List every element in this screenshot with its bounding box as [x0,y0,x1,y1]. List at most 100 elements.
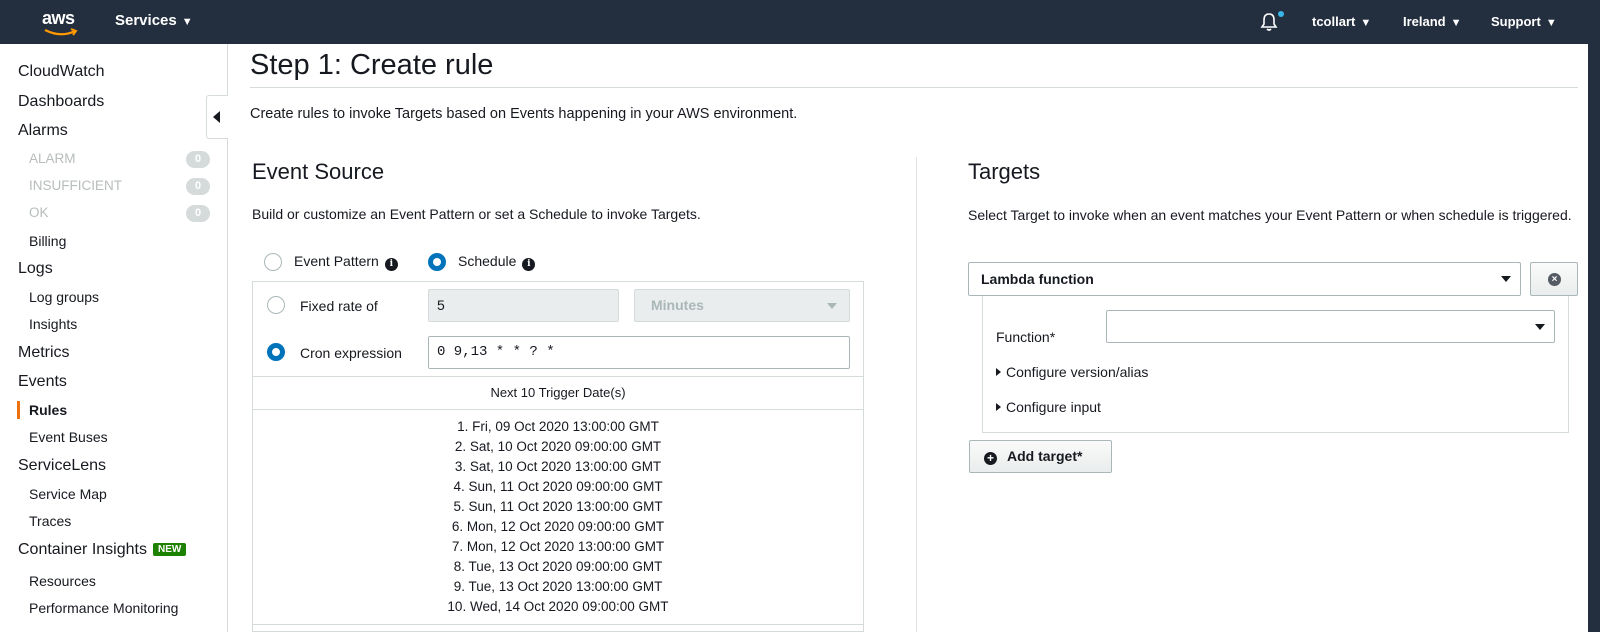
list-item: 1. Fri, 09 Oct 2020 13:00:00 GMT [457,419,659,434]
event-pattern-radio[interactable] [264,253,282,271]
rate-unit-value: Minutes [651,297,704,313]
sidebar-item-performance-monitoring[interactable]: Performance Monitoring [29,600,178,616]
collapse-left-icon [213,111,220,123]
cron-expression-radio[interactable] [267,343,285,361]
user-menu[interactable]: tcollart ▼ [1312,14,1371,29]
event-pattern-label: Event Pattern [294,253,379,269]
function-label: Function* [996,329,1056,345]
sidebar-item-servicelens[interactable]: ServiceLens [18,457,106,475]
cron-expression-label: Cron expression [300,345,402,361]
list-item: 10. Wed, 14 Oct 2020 09:00:00 GMT [447,599,669,614]
ok-count-badge: 0 [186,205,210,222]
list-item: 2. Sat, 10 Oct 2020 09:00:00 GMT [454,439,662,454]
event-pattern-option[interactable]: Event Pattern i [294,253,398,271]
support-label: Support [1491,14,1541,29]
bell-icon[interactable] [1258,11,1280,33]
configure-input-expander[interactable]: Configure input [996,399,1101,415]
support-menu[interactable]: Support ▼ [1491,14,1557,29]
services-label: Services [115,12,177,29]
chevron-down-icon: ▼ [1360,17,1372,29]
close-icon: × [1548,273,1561,286]
trigger-date-list: 1. Fri, 09 Oct 2020 13:00:00 GMT 2. Sat,… [253,417,863,617]
chevron-down-icon: ▼ [1450,17,1462,29]
active-indicator [17,401,20,419]
chevron-down-icon: ▼ [1545,17,1557,29]
info-icon[interactable]: i [522,258,536,271]
list-item: 7. Mon, 12 Oct 2020 13:00:00 GMT [451,539,665,554]
sidebar-collapse-button[interactable] [206,95,228,139]
chevron-down-icon [1535,324,1545,330]
chevron-down-icon: ▼ [181,16,193,28]
add-target-button[interactable]: + Add target* [969,440,1112,473]
schedule-radio[interactable] [428,253,446,271]
top-navigation-bar: aws Services ▼ tcollart ▼ Ireland ▼ Support… [0,0,1600,44]
add-target-label: Add target* [1007,448,1083,464]
sidebar-item-events[interactable]: Events [18,373,67,391]
window-edge [1588,44,1600,632]
chevron-down-icon [827,303,837,309]
info-icon[interactable]: i [384,258,398,271]
sidebar-item-container-insights[interactable]: Container Insights NEW [18,541,187,559]
insufficient-count-badge: 0 [186,178,210,195]
caret-right-icon [996,403,1001,411]
notification-dot [1278,11,1284,17]
sidebar-item-traces[interactable]: Traces [29,513,71,529]
services-menu[interactable]: Services ▼ [115,12,193,29]
sidebar-item-cloudwatch[interactable]: CloudWatch [18,63,105,81]
fixed-rate-radio[interactable] [267,296,285,314]
event-source-description: Build or customize an Event Pattern or s… [252,206,701,222]
list-item: 9. Tue, 13 Oct 2020 13:00:00 GMT [453,579,663,594]
aws-logo[interactable]: aws [42,8,82,36]
chevron-down-icon [1501,276,1511,282]
rate-unit-select[interactable]: Minutes [634,289,850,322]
plus-icon: + [984,452,997,465]
sidebar: CloudWatch Dashboards Alarms ALARM 0 INS… [0,44,228,632]
cron-expression-input[interactable]: 0 9,13 * * ? * [428,336,850,369]
aws-smile-icon [44,28,78,36]
sidebar-item-insights[interactable]: Insights [29,316,77,332]
region-menu[interactable]: Ireland ▼ [1403,14,1462,29]
event-source-heading: Event Source [252,159,385,184]
configure-version-label: Configure version/alias [1006,364,1149,380]
page-description: Create rules to invoke Targets based on … [250,106,798,122]
new-badge: NEW [152,543,187,556]
sidebar-item-alarm-state[interactable]: ALARM [29,151,76,166]
sidebar-item-service-map[interactable]: Service Map [29,486,107,502]
sidebar-item-alarms[interactable]: Alarms [18,122,68,140]
target-type-select[interactable]: Lambda function [968,262,1521,296]
schedule-option[interactable]: Schedule i [458,253,536,271]
list-item: 8. Tue, 13 Oct 2020 09:00:00 GMT [453,559,663,574]
list-item: 4. Sun, 11 Oct 2020 09:00:00 GMT [453,479,663,494]
sidebar-item-event-buses[interactable]: Event Buses [29,429,108,445]
aws-logo-text: aws [42,8,75,28]
column-divider [916,157,917,632]
remove-target-button[interactable]: × [1530,262,1578,296]
schedule-label: Schedule [458,253,517,269]
sidebar-item-dashboards[interactable]: Dashboards [18,93,104,111]
function-select[interactable] [1106,310,1555,343]
caret-right-icon [996,368,1001,376]
targets-heading: Targets [968,159,1041,184]
list-item: 6. Mon, 12 Oct 2020 09:00:00 GMT [451,519,665,534]
fixed-rate-input[interactable]: 5 [428,289,619,322]
list-item: 5. Sun, 11 Oct 2020 13:00:00 GMT [453,499,663,514]
sidebar-item-ok[interactable]: OK [29,205,49,220]
page-title: Step 1: Create rule [250,49,494,81]
sidebar-item-resources[interactable]: Resources [29,573,96,589]
sidebar-item-logs[interactable]: Logs [18,260,53,278]
title-divider [250,87,1578,88]
list-item: 3. Sat, 10 Oct 2020 13:00:00 GMT [454,459,662,474]
sidebar-item-rules[interactable]: Rules [29,402,67,418]
sidebar-item-log-groups[interactable]: Log groups [29,289,99,305]
sidebar-item-billing[interactable]: Billing [29,233,66,249]
configure-input-label: Configure input [1006,399,1101,415]
target-type-value: Lambda function [981,271,1094,287]
sidebar-item-metrics[interactable]: Metrics [18,344,70,362]
region-label: Ireland [1403,14,1446,29]
sidebar-item-insufficient[interactable]: INSUFFICIENT [29,178,122,193]
user-label: tcollart [1312,14,1356,29]
configure-version-expander[interactable]: Configure version/alias [996,364,1148,380]
trigger-footer-divider [253,624,863,632]
alarm-count-badge: 0 [186,151,210,168]
fixed-rate-label: Fixed rate of [300,298,378,314]
